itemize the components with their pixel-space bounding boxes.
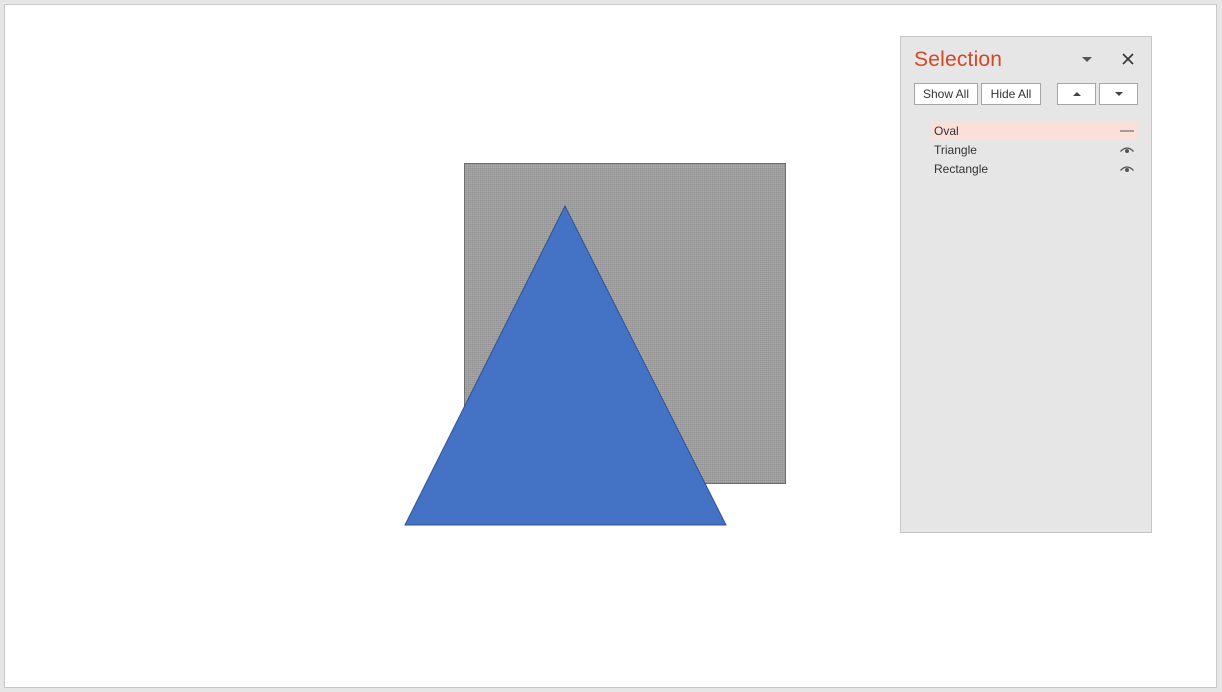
- triangle-up-icon: [1072, 92, 1081, 96]
- show-all-button[interactable]: Show All: [914, 83, 978, 105]
- selection-list: Oval Triangle Rectangle: [931, 121, 1137, 178]
- dash-icon[interactable]: [1117, 121, 1137, 140]
- list-item-label: Triangle: [934, 142, 977, 157]
- pane-title: Selection: [914, 48, 1003, 71]
- bring-forward-button[interactable]: [1057, 83, 1096, 105]
- hide-all-button[interactable]: Hide All: [981, 83, 1041, 105]
- list-item-triangle[interactable]: Triangle: [931, 140, 1137, 159]
- list-item-oval[interactable]: Oval: [931, 121, 1137, 140]
- triangle-shape[interactable]: [404, 203, 728, 527]
- list-item-label: Rectangle: [934, 161, 989, 176]
- list-item-rectangle[interactable]: Rectangle: [931, 159, 1137, 178]
- send-backward-button[interactable]: [1099, 83, 1138, 105]
- triangle-down-icon: [1114, 92, 1123, 96]
- chevron-down-icon[interactable]: [1080, 52, 1094, 66]
- selection-pane: Selection Show All Hide All Oval Triangl…: [900, 36, 1152, 533]
- eye-icon[interactable]: [1117, 159, 1137, 178]
- close-icon[interactable]: [1120, 51, 1136, 67]
- eye-icon[interactable]: [1117, 140, 1137, 159]
- list-item-label: Oval: [934, 123, 959, 138]
